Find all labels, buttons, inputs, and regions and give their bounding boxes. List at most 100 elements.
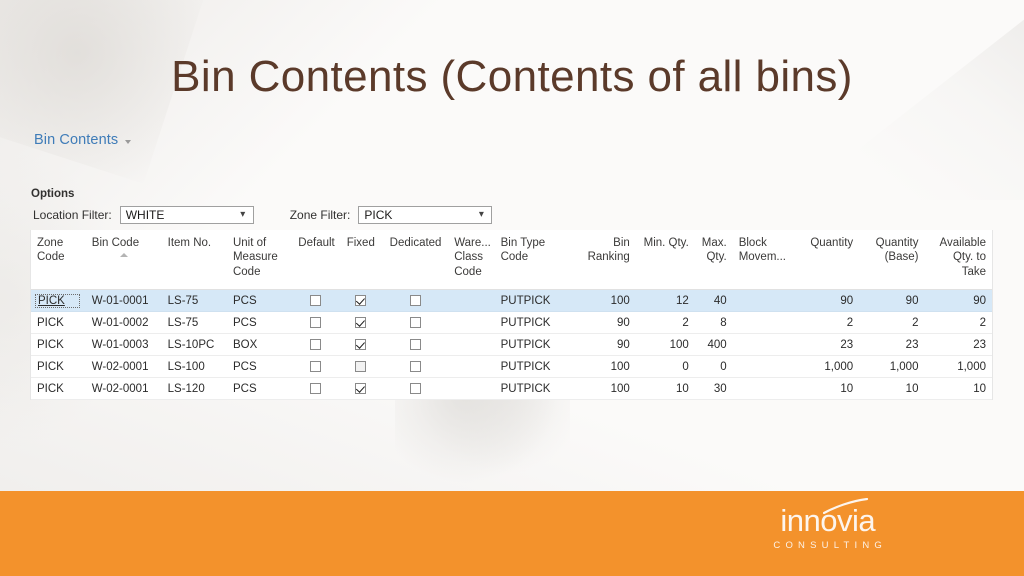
cell-bin_code[interactable]: W-01-0002 xyxy=(85,311,162,335)
checkbox-default-unchecked[interactable] xyxy=(309,317,321,329)
cell-ware_class[interactable] xyxy=(448,377,495,401)
table-row[interactable]: PICK W-01-0002 LS-75 PCS PUTPICK 90 2 8 2 2 2 xyxy=(31,311,992,335)
cell-dedicated[interactable] xyxy=(382,289,449,313)
checkbox-fixed-checked[interactable] xyxy=(355,295,367,307)
checkbox-fixed-checked[interactable] xyxy=(355,383,367,395)
cell-quantity_base[interactable]: 90 xyxy=(859,289,925,313)
cell-bin_type_code[interactable]: PUTPICK xyxy=(494,333,571,357)
checkbox-default-unchecked[interactable] xyxy=(309,339,321,351)
cell-min_qty[interactable]: 10 xyxy=(635,377,695,401)
checkbox-default-unchecked[interactable] xyxy=(309,295,321,307)
cell-bin_code[interactable]: W-02-0001 xyxy=(85,355,162,379)
cell-quantity[interactable]: 1,000 xyxy=(795,355,860,379)
cell-max_qty[interactable]: 400 xyxy=(694,333,733,357)
column-header-bin_type_code[interactable]: Bin Type Code xyxy=(494,230,571,291)
cell-zone_code[interactable]: PICK xyxy=(31,377,86,401)
cell-max_qty[interactable]: 30 xyxy=(694,377,733,401)
column-header-default[interactable]: Default xyxy=(292,230,339,291)
column-header-fixed[interactable]: Fixed xyxy=(338,230,383,291)
cell-uom_code[interactable]: PCS xyxy=(226,289,293,313)
cell-zone_code[interactable]: PICK xyxy=(31,289,86,313)
focused-cell-outline[interactable]: PICK xyxy=(35,293,80,308)
cell-bin_ranking[interactable]: 90 xyxy=(570,311,636,335)
cell-bin_code[interactable]: W-01-0003 xyxy=(85,333,162,357)
cell-bin_type_code[interactable]: PUTPICK xyxy=(494,377,571,401)
bin-contents-grid[interactable]: Zone Code Bin Code Item No. Unit of Measure… xyxy=(30,230,993,401)
cell-quantity[interactable]: 90 xyxy=(795,289,860,313)
column-header-item_no[interactable]: Item No. xyxy=(161,230,227,291)
sort-ascending-icon[interactable] xyxy=(119,253,128,258)
chevron-down-icon[interactable] xyxy=(125,139,132,144)
cell-fixed[interactable] xyxy=(338,377,383,401)
cell-bin_type_code[interactable]: PUTPICK xyxy=(494,355,571,379)
cell-fixed[interactable] xyxy=(338,355,383,379)
location-filter-input[interactable]: WHITE ▾ xyxy=(119,206,254,224)
checkbox-dedicated-unchecked[interactable] xyxy=(410,361,422,373)
cell-quantity_base[interactable]: 1,000 xyxy=(859,355,925,379)
cell-item_no[interactable]: LS-120 xyxy=(161,377,227,401)
column-header-dedicated[interactable]: Dedicated xyxy=(382,230,449,291)
table-row[interactable]: PICK W-01-0001 LS-75 PCS PUTPICK 100 12 40 90 90 9… xyxy=(31,289,992,313)
cell-min_qty[interactable]: 12 xyxy=(635,289,695,313)
cell-dedicated[interactable] xyxy=(382,333,449,357)
cell-quantity[interactable]: 10 xyxy=(795,377,860,401)
cell-dedicated[interactable] xyxy=(382,311,449,335)
cell-bin_ranking[interactable]: 100 xyxy=(570,377,636,401)
checkbox-dedicated-unchecked[interactable] xyxy=(410,317,422,329)
cell-fixed[interactable] xyxy=(338,311,383,335)
cell-available_qty[interactable]: 1,000 xyxy=(924,355,992,379)
cell-default[interactable] xyxy=(292,333,339,357)
cell-block_movem[interactable] xyxy=(732,355,796,379)
cell-bin_code[interactable]: W-02-0001 xyxy=(85,377,162,401)
cell-uom_code[interactable]: PCS xyxy=(226,311,293,335)
cell-dedicated[interactable] xyxy=(382,355,449,379)
cell-bin_type_code[interactable]: PUTPICK xyxy=(494,311,571,335)
cell-zone_code[interactable]: PICK xyxy=(31,355,86,379)
cell-min_qty[interactable]: 2 xyxy=(635,311,695,335)
checkbox-default-unchecked[interactable] xyxy=(309,383,321,395)
cell-zone_code[interactable]: PICK xyxy=(31,311,86,335)
checkbox-fixed-checked[interactable] xyxy=(355,317,367,329)
cell-default[interactable] xyxy=(292,311,339,335)
table-row[interactable]: PICK W-02-0001 LS-120 PCS PUTPICK 100 10 30 10 10… xyxy=(31,377,992,401)
cell-block_movem[interactable] xyxy=(732,333,796,357)
cell-quantity_base[interactable]: 2 xyxy=(859,311,925,335)
cell-max_qty[interactable]: 8 xyxy=(694,311,733,335)
cell-default[interactable] xyxy=(292,355,339,379)
cell-available_qty[interactable]: 23 xyxy=(924,333,992,357)
column-header-quantity[interactable]: Quantity xyxy=(795,230,860,291)
cell-item_no[interactable]: LS-100 xyxy=(161,355,227,379)
cell-bin_ranking[interactable]: 100 xyxy=(570,355,636,379)
cell-max_qty[interactable]: 40 xyxy=(694,289,733,313)
cell-quantity_base[interactable]: 23 xyxy=(859,333,925,357)
cell-zone_code[interactable]: PICK xyxy=(31,333,86,357)
table-row[interactable]: PICK W-01-0003 LS-10PC BOX PUTPICK 90 100 400 23… xyxy=(31,333,992,357)
cell-block_movem[interactable] xyxy=(732,311,796,335)
cell-item_no[interactable]: LS-75 xyxy=(161,289,227,313)
cell-item_no[interactable]: LS-10PC xyxy=(161,333,227,357)
checkbox-default-unchecked[interactable] xyxy=(309,361,321,373)
cell-ware_class[interactable] xyxy=(448,333,495,357)
cell-fixed[interactable] xyxy=(338,289,383,313)
cell-default[interactable] xyxy=(292,377,339,401)
cell-available_qty[interactable]: 2 xyxy=(924,311,992,335)
column-header-ware_class[interactable]: Ware... Class Code xyxy=(448,230,495,291)
column-header-bin_code[interactable]: Bin Code xyxy=(85,230,162,291)
cell-fixed[interactable] xyxy=(338,333,383,357)
checkbox-fixed-unchecked[interactable] xyxy=(355,361,367,373)
cell-default[interactable] xyxy=(292,289,339,313)
column-header-available_qty[interactable]: Available Qty. to Take xyxy=(924,230,992,291)
column-header-zone_code[interactable]: Zone Code xyxy=(31,230,86,291)
cell-block_movem[interactable] xyxy=(732,377,796,401)
table-row[interactable]: PICK W-02-0001 LS-100 PCS PUTPICK 100 0 0 1,000 1… xyxy=(31,355,992,379)
cell-quantity[interactable]: 2 xyxy=(795,311,860,335)
column-header-bin_ranking[interactable]: Bin Ranking xyxy=(570,230,636,291)
zone-filter-input[interactable]: PICK ▾ xyxy=(358,206,493,224)
cell-ware_class[interactable] xyxy=(448,311,495,335)
cell-ware_class[interactable] xyxy=(448,355,495,379)
column-header-uom_code[interactable]: Unit of Measure Code xyxy=(226,230,293,291)
cell-item_no[interactable]: LS-75 xyxy=(161,311,227,335)
cell-bin_type_code[interactable]: PUTPICK xyxy=(494,289,571,313)
breadcrumb[interactable]: Bin Contents xyxy=(34,132,132,148)
checkbox-dedicated-unchecked[interactable] xyxy=(410,383,422,395)
